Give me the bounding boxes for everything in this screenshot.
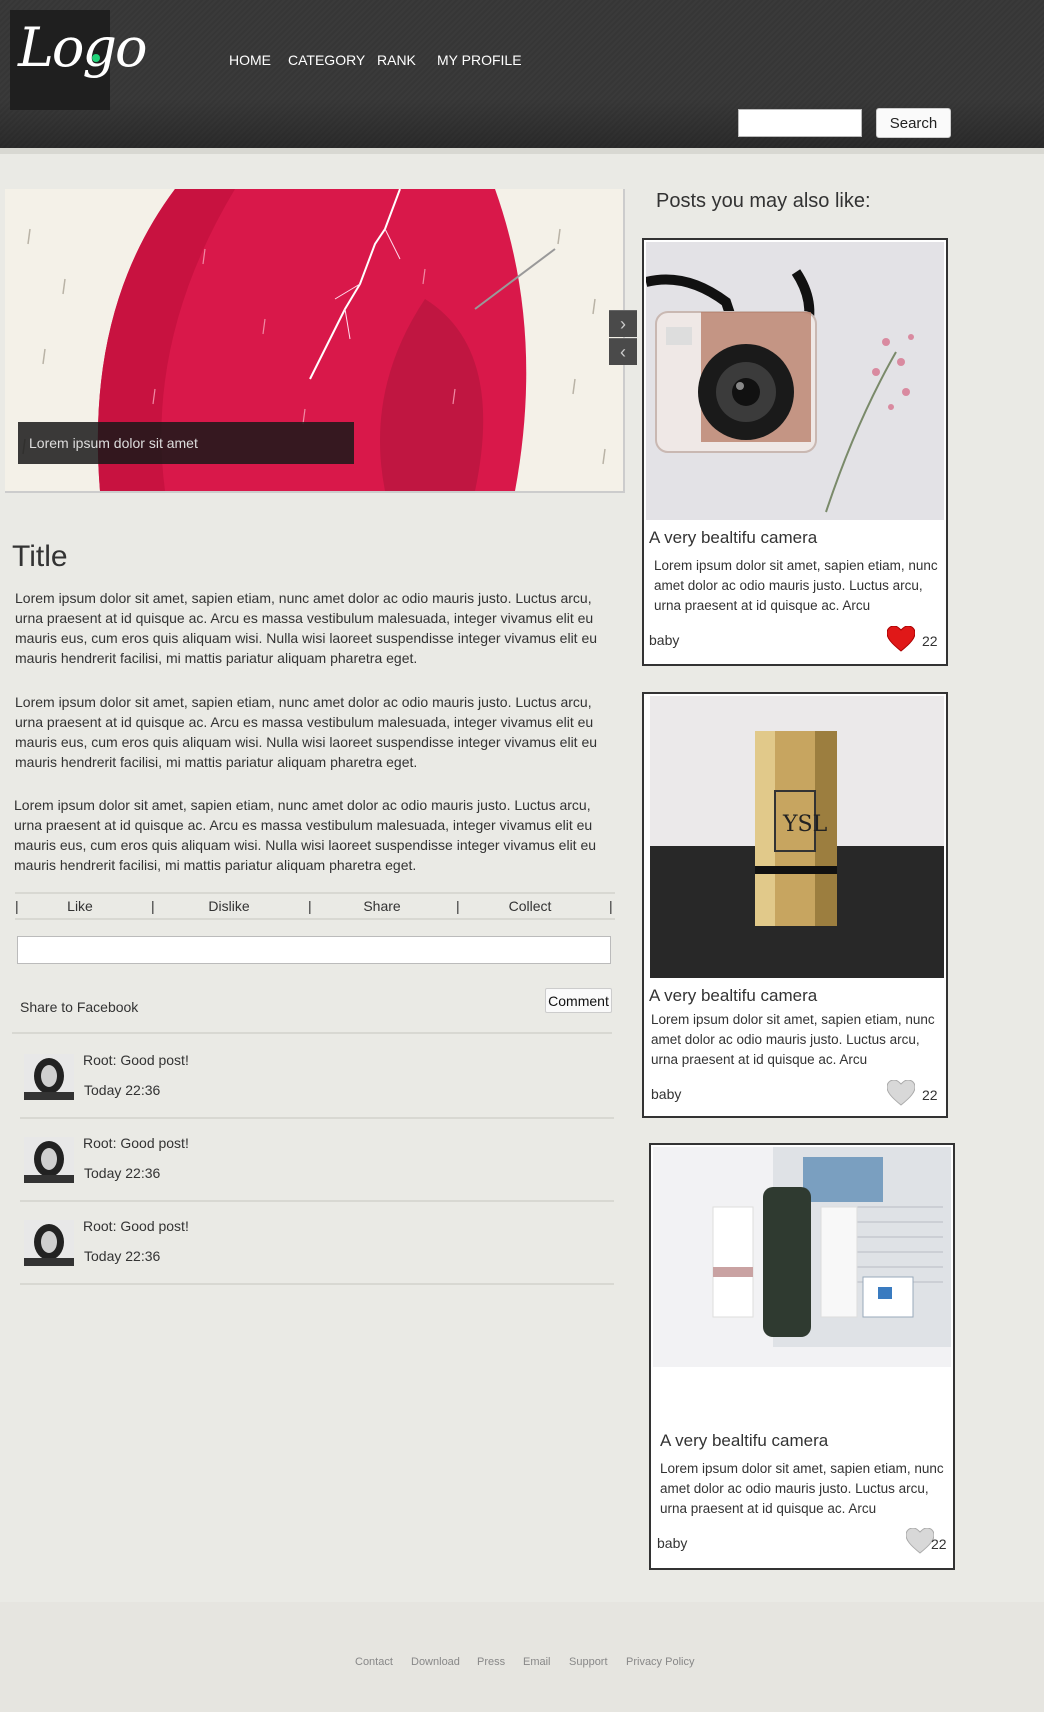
related-post-title[interactable]: A very bealtifu camera xyxy=(649,528,817,548)
avatar[interactable] xyxy=(24,1220,74,1266)
post-action-bar: | Like | Dislike | Share | Collect | xyxy=(15,892,615,920)
footer-link-support[interactable]: Support xyxy=(569,1656,608,1668)
related-post-card[interactable]: A very bealtifu camera Lorem ipsum dolor… xyxy=(649,1143,955,1570)
share-to-facebook-link[interactable]: Share to Facebook xyxy=(20,999,138,1015)
slider-next-button[interactable]: › xyxy=(609,310,637,337)
heart-icon[interactable] xyxy=(887,626,915,652)
comment-item: Root: Good post! Today 22:36 xyxy=(24,1135,614,1195)
comment-item: Root: Good post! Today 22:36 xyxy=(24,1052,614,1112)
related-posts-title: Posts you may also like: xyxy=(656,190,871,212)
post-paragraph: Lorem ipsum dolor sit amet, sapien etiam… xyxy=(15,590,598,666)
comment-text: Root: Good post! xyxy=(83,1218,189,1234)
chevron-right-icon: › xyxy=(620,314,626,334)
heart-icon[interactable] xyxy=(887,1080,915,1106)
divider xyxy=(20,1283,614,1285)
related-post-tag[interactable]: baby xyxy=(649,632,679,648)
slider-prev-button[interactable]: ‹ xyxy=(609,338,637,365)
like-button[interactable]: Like xyxy=(67,898,93,914)
like-count: 22 xyxy=(922,1087,938,1103)
divider xyxy=(12,1032,612,1034)
like-count: 22 xyxy=(922,633,938,649)
comment-text: Root: Good post! xyxy=(83,1052,189,1068)
related-post-title[interactable]: A very bealtifu camera xyxy=(660,1431,828,1451)
comment-time: Today 22:36 xyxy=(84,1248,161,1264)
collect-button[interactable]: Collect xyxy=(509,898,552,914)
action-separator: | xyxy=(308,898,312,914)
related-post-title[interactable]: A very bealtifu camera xyxy=(649,986,817,1006)
related-post-card[interactable]: YSL A very bealtifu camera Lorem ipsum d… xyxy=(642,692,948,1118)
search-button[interactable]: Search xyxy=(876,108,951,138)
dislike-button[interactable]: Dislike xyxy=(208,898,249,914)
post-image xyxy=(646,242,944,520)
site-footer: Contact Download Press Email Support Pri… xyxy=(0,1602,1044,1712)
related-post-card[interactable]: A very bealtifu camera Lorem ipsum dolor… xyxy=(642,238,948,666)
svg-text:YSL: YSL xyxy=(782,812,828,837)
related-post-tag[interactable]: baby xyxy=(651,1086,681,1102)
heart-icon[interactable] xyxy=(906,1528,934,1554)
action-separator: | xyxy=(15,898,19,914)
logo-dot xyxy=(92,54,100,62)
footer-link-contact[interactable]: Contact xyxy=(355,1656,393,1668)
nav-rank[interactable]: RANK xyxy=(377,52,416,68)
divider xyxy=(20,1117,614,1119)
post-paragraph: Lorem ipsum dolor sit amet, sapien etiam… xyxy=(14,797,597,873)
nav-category[interactable]: CATEGORY xyxy=(288,52,365,68)
footer-link-email[interactable]: Email xyxy=(523,1656,551,1668)
comment-time: Today 22:36 xyxy=(84,1082,161,1098)
comment-item: Root: Good post! Today 22:36 xyxy=(24,1218,614,1278)
divider xyxy=(20,1200,614,1202)
avatar[interactable] xyxy=(24,1137,74,1183)
chevron-left-icon: ‹ xyxy=(620,342,626,362)
nav-my-profile[interactable]: MY PROFILE xyxy=(437,52,522,68)
related-post-desc: Lorem ipsum dolor sit amet, sapien etiam… xyxy=(660,1461,944,1516)
footer-link-privacy-policy[interactable]: Privacy Policy xyxy=(626,1656,694,1668)
related-post-desc: Lorem ipsum dolor sit amet, sapien etiam… xyxy=(651,1012,935,1067)
site-header: Logo HOME CATEGORY RANK MY PROFILE Searc… xyxy=(0,0,1044,154)
post-image xyxy=(653,1147,951,1367)
related-post-desc: Lorem ipsum dolor sit amet, sapien etiam… xyxy=(654,558,938,613)
image-slider: Lorem ipsum dolor sit amet xyxy=(5,189,625,493)
comment-time: Today 22:36 xyxy=(84,1165,161,1181)
like-count: 22 xyxy=(931,1536,947,1552)
avatar[interactable] xyxy=(24,1054,74,1100)
slider-caption: Lorem ipsum dolor sit amet xyxy=(18,422,354,464)
footer-link-press[interactable]: Press xyxy=(477,1656,505,1668)
post-paragraph: Lorem ipsum dolor sit amet, sapien etiam… xyxy=(15,694,598,770)
action-separator: | xyxy=(151,898,155,914)
footer-link-download[interactable]: Download xyxy=(411,1656,460,1668)
comment-text: Root: Good post! xyxy=(83,1135,189,1151)
comment-input[interactable] xyxy=(17,936,611,964)
logo[interactable]: Logo xyxy=(10,10,147,110)
related-post-tag[interactable]: baby xyxy=(657,1535,687,1551)
post-title: Title xyxy=(12,540,68,573)
nav-home[interactable]: HOME xyxy=(229,52,271,68)
share-button[interactable]: Share xyxy=(363,898,400,914)
search-input[interactable] xyxy=(738,109,862,137)
action-separator: | xyxy=(609,898,613,914)
logo-text: Logo xyxy=(18,16,147,79)
action-separator: | xyxy=(456,898,460,914)
comment-button[interactable]: Comment xyxy=(545,988,612,1013)
post-image: YSL xyxy=(650,696,944,978)
